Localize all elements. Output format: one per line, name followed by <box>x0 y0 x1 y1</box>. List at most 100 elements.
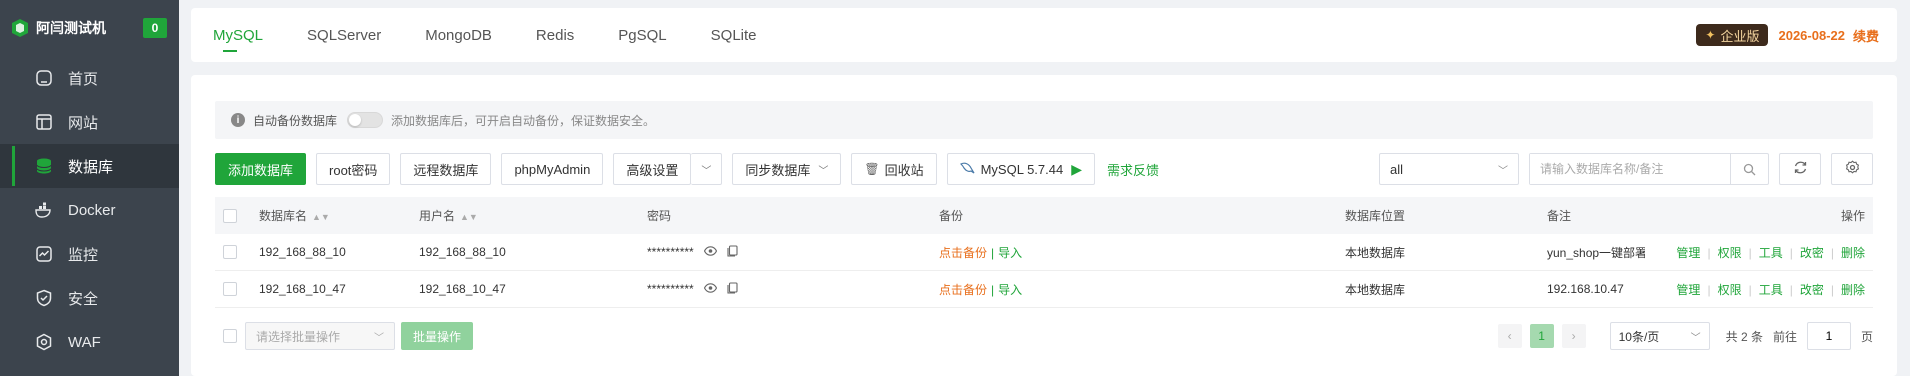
toolbar: 添加数据库 root密码 远程数据库 phpMyAdmin 高级设置 ﹀ 同步数… <box>215 153 1873 185</box>
sidebar-item-waf[interactable]: WAF <box>0 320 179 364</box>
advanced-settings-dropdown[interactable]: ﹀ <box>691 153 723 185</box>
prev-page-button[interactable]: ‹ <box>1497 324 1522 348</box>
remote-database-button[interactable]: 远程数据库 <box>400 153 492 185</box>
mysql-version-button[interactable]: MySQL 5.7.44 ▶ <box>946 153 1095 185</box>
database-icon <box>34 156 54 176</box>
tab-mongodb[interactable]: MongoDB <box>403 8 514 62</box>
select-all-checkbox[interactable] <box>223 208 237 223</box>
database-name[interactable]: 192_168_88_10 <box>259 245 419 259</box>
tools-link[interactable]: 工具 <box>1759 246 1783 260</box>
phpmyadmin-button[interactable]: phpMyAdmin <box>501 153 604 185</box>
eye-icon[interactable] <box>703 245 717 259</box>
website-icon <box>34 112 54 132</box>
database-type-tabs: MySQL SQLServer MongoDB Redis PgSQL SQLi… <box>191 8 1897 62</box>
goto-page-input[interactable] <box>1806 322 1851 350</box>
sidebar-item-monitor[interactable]: 监控 <box>0 232 179 276</box>
tab-sqlserver[interactable]: SQLServer <box>285 8 403 62</box>
home-icon <box>34 68 54 88</box>
enterprise-badge[interactable]: ✦ 企业版 <box>1696 24 1769 46</box>
search-icon[interactable] <box>1730 154 1768 184</box>
copy-icon[interactable] <box>727 281 738 297</box>
import-link[interactable]: 导入 <box>998 283 1022 297</box>
search-input[interactable] <box>1530 154 1730 184</box>
database-note[interactable]: yun_shop一键部署 <box>1547 244 1655 261</box>
delete-link[interactable]: 删除 <box>1841 246 1865 260</box>
sync-database-button[interactable]: 同步数据库 ﹀ <box>732 153 842 185</box>
column-header-backup: 备份 <box>939 209 964 223</box>
root-password-button[interactable]: root密码 <box>316 153 391 185</box>
row-checkbox[interactable] <box>223 282 237 296</box>
database-panel: i 自动备份数据库 添加数据库后，可开启自动备份，保证数据安全。 添加数据库 r… <box>191 75 1897 376</box>
message-count-badge[interactable]: 0 <box>143 18 167 38</box>
batch-operation-button[interactable]: 批量操作 <box>401 322 474 350</box>
row-checkbox[interactable] <box>223 245 237 259</box>
batch-operation-select[interactable]: 请选择批量操作 ﹀ <box>245 322 395 350</box>
chevron-down-icon: ﹀ <box>818 165 829 177</box>
category-filter-value: all <box>1390 161 1404 177</box>
column-header-name[interactable]: 数据库名 ▲▼ <box>259 207 419 224</box>
tab-mysql[interactable]: MySQL <box>191 8 285 62</box>
database-name[interactable]: 192_168_10_47 <box>259 282 419 296</box>
column-header-note: 备注 <box>1547 209 1572 223</box>
pagination: ‹ 1 › 10条/页 ﹀ 共 2 条 前往 页 <box>1497 322 1873 350</box>
sidebar-item-website[interactable]: 网站 <box>0 100 179 144</box>
change-password-link[interactable]: 改密 <box>1800 283 1824 297</box>
next-page-button[interactable]: › <box>1561 324 1586 348</box>
expiry-date: 2026-08-22 <box>1778 27 1845 43</box>
tools-link[interactable]: 工具 <box>1759 283 1783 297</box>
auto-backup-toggle[interactable] <box>347 112 384 128</box>
table-row: 192_168_10_47 192_168_10_47 ********** 点… <box>215 271 1873 308</box>
import-link[interactable]: 导入 <box>998 246 1022 260</box>
permission-link[interactable]: 权限 <box>1718 246 1742 260</box>
chevron-down-icon: ﹀ <box>701 165 712 177</box>
change-password-link[interactable]: 改密 <box>1800 246 1824 260</box>
tab-redis[interactable]: Redis <box>514 8 596 62</box>
sidebar-item-database[interactable]: 数据库 <box>0 144 179 188</box>
footer-select-all-checkbox[interactable] <box>223 329 237 343</box>
backup-link[interactable]: 点击备份 <box>939 246 987 260</box>
brand: 阿闫测试机 0 <box>0 0 179 56</box>
waf-icon <box>34 332 54 352</box>
manage-link[interactable]: 管理 <box>1676 283 1700 297</box>
tab-pgsql[interactable]: PgSQL <box>596 8 688 62</box>
manage-link[interactable]: 管理 <box>1676 246 1700 260</box>
category-filter-select[interactable]: all ﹀ <box>1379 153 1519 185</box>
permission-link[interactable]: 权限 <box>1718 283 1742 297</box>
gear-icon <box>1845 159 1860 179</box>
add-database-button[interactable]: 添加数据库 <box>215 153 307 185</box>
advanced-settings-button[interactable]: 高级设置 <box>613 153 692 185</box>
mysql-dolphin-icon <box>959 161 976 178</box>
copy-icon[interactable] <box>727 244 738 260</box>
page-suffix: 页 <box>1860 329 1873 344</box>
backup-link[interactable]: 点击备份 <box>939 283 987 297</box>
chevron-down-icon: ﹀ <box>1498 165 1508 177</box>
feedback-link[interactable]: 需求反馈 <box>1107 160 1159 179</box>
sidebar-item-label: 首页 <box>68 70 99 88</box>
database-table: 数据库名 ▲▼ 用户名 ▲▼ 密码 备份 数据库位置 备注 操作 192_168_8… <box>215 197 1873 308</box>
license-info: ✦ 企业版 2026-08-22 续费 <box>1696 24 1879 46</box>
chevron-down-icon: ﹀ <box>1690 332 1701 344</box>
sidebar-item-docker[interactable]: Docker <box>0 188 179 232</box>
page-size-select[interactable]: 10条/页 ﹀ <box>1609 322 1710 350</box>
settings-button[interactable] <box>1831 153 1873 185</box>
recycle-bin-button[interactable]: 🗑 回收站 <box>851 153 937 185</box>
eye-icon[interactable] <box>703 282 717 296</box>
auto-backup-notice: i 自动备份数据库 添加数据库后，可开启自动备份，保证数据安全。 <box>215 101 1873 139</box>
tab-sqlite[interactable]: SQLite <box>689 8 779 62</box>
play-icon: ▶ <box>1071 160 1082 177</box>
sidebar-item-home[interactable]: 首页 <box>0 56 179 100</box>
backup-cell: 点击备份 | 导入 <box>939 245 1023 260</box>
sidebar-item-label: 数据库 <box>68 158 114 176</box>
delete-link[interactable]: 删除 <box>1841 283 1865 297</box>
edition-label: 企业版 <box>1720 28 1760 44</box>
database-note[interactable]: 192.168.10.47 <box>1547 282 1655 296</box>
page-number[interactable]: 1 <box>1529 324 1554 348</box>
renew-link[interactable]: 续费 <box>1853 26 1879 45</box>
sort-icon: ▲▼ <box>460 212 478 222</box>
sidebar-item-security[interactable]: 安全 <box>0 276 179 320</box>
refresh-button[interactable] <box>1779 153 1821 185</box>
password-mask: ********** <box>647 245 694 259</box>
table-footer: 请选择批量操作 ﹀ 批量操作 ‹ 1 › 10条/页 ﹀ 共 2 条 前往 页 <box>215 320 1873 352</box>
column-header-user[interactable]: 用户名 ▲▼ <box>419 207 647 224</box>
password-cell: ********** <box>647 244 939 260</box>
